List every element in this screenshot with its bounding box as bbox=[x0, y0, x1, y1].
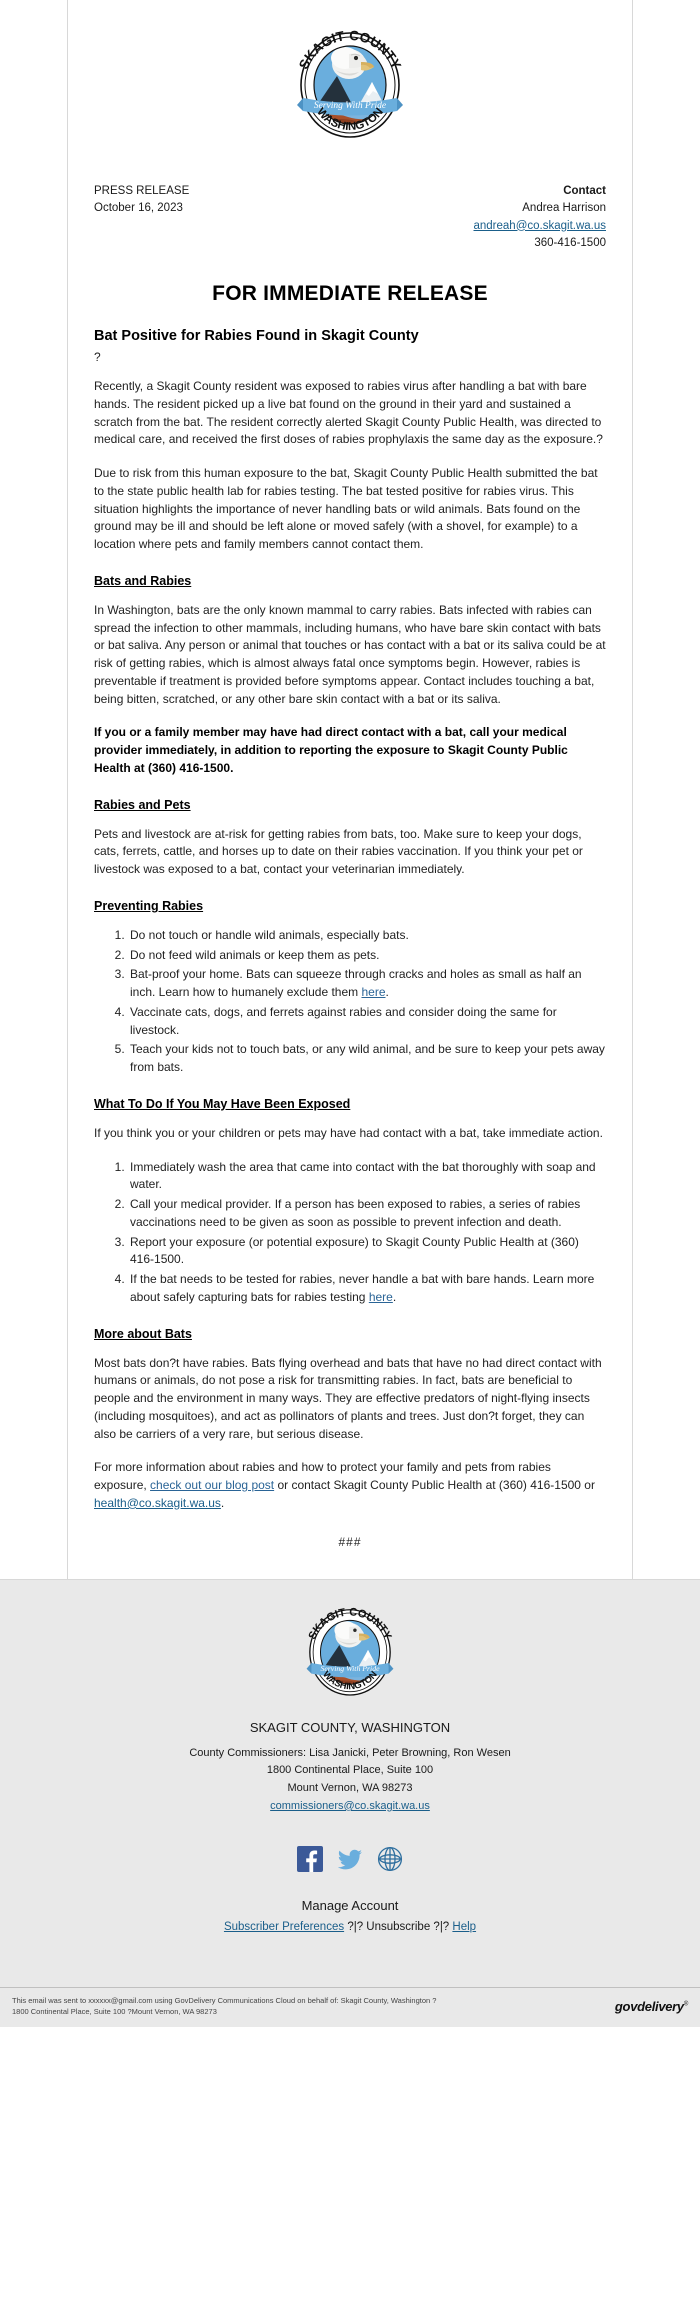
more-about-bats-body: Most bats don?t have rabies. Bats flying… bbox=[94, 1355, 602, 1441]
bats-and-rabies-callout: If you or a family member may have had d… bbox=[94, 725, 568, 775]
list-item: Immediately wash the area that came into… bbox=[128, 1159, 606, 1195]
email-content-panel: Serving With Pride SKAGIT COUNTY WASHING… bbox=[67, 0, 633, 1579]
footer-band: Serving With Pride SKAGIT COUNTY WASHING… bbox=[0, 1578, 700, 2028]
link-separator-2: ?|? bbox=[433, 1920, 450, 1933]
twitter-icon[interactable] bbox=[337, 1846, 363, 1872]
legal-line-2: 1800 Continental Place, Suite 100 ?Mount… bbox=[12, 2006, 217, 2016]
list-item-text: Vaccinate cats, dogs, and ferrets agains… bbox=[130, 1004, 557, 1037]
section-heading-what-to-do: What To Do If You May Have Been Exposed bbox=[94, 1096, 351, 1111]
list-item: Report your exposure (or potential expos… bbox=[128, 1234, 606, 1270]
list-item: Teach your kids not to touch bats, or an… bbox=[128, 1041, 606, 1077]
govdelivery-wordmark: govdelivery bbox=[614, 1999, 684, 2015]
closing-mid: or contact Skagit County Public Health a… bbox=[274, 1478, 595, 1492]
list-item-text: If the bat needs to be tested for rabies… bbox=[130, 1272, 595, 1304]
list-item-text: Immediately wash the area that came into… bbox=[130, 1159, 596, 1192]
closing-post: . bbox=[220, 1495, 225, 1510]
list-item-text: Report your exposure (or potential expos… bbox=[130, 1234, 579, 1267]
facebook-icon[interactable] bbox=[297, 1845, 323, 1872]
page-title: FOR IMMEDIATE RELEASE bbox=[212, 282, 488, 305]
contact-phone: 360-416-1500 bbox=[534, 236, 606, 249]
list-item-text: Call your medical provider. If a person … bbox=[130, 1197, 581, 1229]
list-item-text-tail: . bbox=[385, 985, 389, 999]
list-item-text: Do not touch or handle wild animals, esp… bbox=[130, 927, 409, 942]
what-to-do-intro: If you think you or your children or pet… bbox=[94, 1125, 603, 1140]
bats-and-rabies-body: In Washington, bats are the only known m… bbox=[94, 602, 606, 706]
footer-address-line-2: Mount Vernon, WA 98273 bbox=[287, 1782, 413, 1795]
health-email-link[interactable]: health@co.skagit.wa.us bbox=[94, 1496, 221, 1510]
what-to-do-list: Immediately wash the area that came into… bbox=[94, 1159, 606, 1307]
list-item-link[interactable]: here bbox=[369, 1290, 393, 1304]
legal-line-1: This email was sent to xxxxxx@gmail.com … bbox=[12, 1995, 437, 2005]
legal-text: This email was sent to xxxxxx@gmail.com … bbox=[12, 1996, 436, 2017]
section-heading-rabies-and-pets: Rabies and Pets bbox=[94, 797, 191, 812]
contact-block: Contact Andrea Harrison andreah@co.skagi… bbox=[474, 183, 607, 252]
unsubscribe-text[interactable]: Unsubscribe bbox=[366, 1921, 430, 1933]
contact-label: Contact bbox=[563, 185, 606, 197]
email-page: Serving With Pride SKAGIT COUNTY WASHING… bbox=[0, 0, 700, 2028]
list-item-text: Teach your kids not to touch bats, or an… bbox=[130, 1042, 605, 1074]
social-links-row bbox=[93, 1845, 607, 1872]
header-logo-wrap: Serving With Pride SKAGIT COUNTY WASHING… bbox=[94, 10, 606, 165]
subscriber-preferences-link[interactable]: Subscriber Preferences bbox=[224, 1921, 344, 1933]
footer-org-name: SKAGIT COUNTY, WASHINGTON bbox=[249, 1719, 451, 1735]
list-item: Bat-proof your home. Bats can squeeze th… bbox=[128, 966, 606, 1002]
press-release-date: October 16, 2023 bbox=[94, 202, 183, 215]
list-item: Do not feed wild animals or keep them as… bbox=[128, 947, 606, 965]
footer-commissioners: County Commissioners: Lisa Janicki, Pete… bbox=[189, 1746, 511, 1759]
press-release-label: PRESS RELEASE bbox=[94, 185, 190, 197]
footer-skagit-county-seal-icon: Serving With Pride SKAGIT COUNTY WASHING… bbox=[300, 1602, 400, 1706]
list-item-link[interactable]: here bbox=[361, 985, 385, 999]
manage-account-title: Manage Account bbox=[301, 1897, 399, 1913]
list-item-text: Do not feed wild animals or keep them as… bbox=[130, 947, 380, 962]
skagit-county-seal-icon: Serving With Pride SKAGIT COUNTY WASHING… bbox=[289, 24, 411, 150]
section-heading-preventing-rabies: Preventing Rabies bbox=[94, 898, 204, 913]
legal-strip: This email was sent to xxxxxx@gmail.com … bbox=[0, 1986, 700, 2028]
stray-character: ? bbox=[94, 350, 101, 364]
end-marker: ### bbox=[338, 1534, 362, 1549]
more-info-closing: For more information about rabies and ho… bbox=[94, 1459, 606, 1512]
globe-icon[interactable] bbox=[377, 1846, 403, 1872]
list-item: If the bat needs to be tested for rabies… bbox=[128, 1271, 606, 1307]
rabies-and-pets-body: Pets and livestock are at-risk for getti… bbox=[94, 826, 583, 877]
footer-address-line-1: 1800 Continental Place, Suite 100 bbox=[266, 1764, 434, 1777]
paragraph-testing: Due to risk from this human exposure to … bbox=[94, 466, 598, 551]
list-item: Do not touch or handle wild animals, esp… bbox=[128, 927, 606, 945]
help-link[interactable]: Help bbox=[452, 1921, 476, 1933]
contact-email-link[interactable]: andreah@co.skagit.wa.us bbox=[474, 220, 607, 232]
blog-post-link[interactable]: check out our blog post bbox=[150, 1478, 274, 1492]
paragraph-intro: Recently, a Skagit County resident was e… bbox=[94, 379, 603, 447]
contact-name: Andrea Harrison bbox=[522, 202, 606, 215]
section-heading-more-about-bats: More about Bats bbox=[94, 1326, 192, 1341]
subheadline: Bat Positive for Rabies Found in Skagit … bbox=[94, 328, 419, 344]
press-release-header: PRESS RELEASE October 16, 2023 Contact A… bbox=[94, 165, 606, 252]
footer-commissioners-email-link[interactable]: commissioners@co.skagit.wa.us bbox=[270, 1800, 430, 1812]
press-release-meta: PRESS RELEASE October 16, 2023 bbox=[94, 183, 189, 218]
preventing-rabies-list: Do not touch or handle wild animals, esp… bbox=[94, 927, 606, 1077]
section-heading-bats-and-rabies: Bats and Rabies bbox=[94, 573, 192, 588]
link-separator-1: ?|? bbox=[347, 1920, 364, 1933]
footer-inner: Serving With Pride SKAGIT COUNTY WASHING… bbox=[67, 1580, 633, 1987]
list-item: Vaccinate cats, dogs, and ferrets agains… bbox=[128, 1004, 606, 1040]
govdelivery-logo: govdelivery® bbox=[615, 1999, 688, 2014]
manage-account-links: Subscriber Preferences ?|? Unsubscribe ?… bbox=[93, 1921, 607, 1933]
list-item: Call your medical provider. If a person … bbox=[128, 1196, 606, 1232]
registered-mark: ® bbox=[683, 2001, 688, 2008]
list-item-text: Bat-proof your home. Bats can squeeze th… bbox=[130, 967, 582, 999]
list-item-text-tail: . bbox=[392, 1289, 397, 1304]
